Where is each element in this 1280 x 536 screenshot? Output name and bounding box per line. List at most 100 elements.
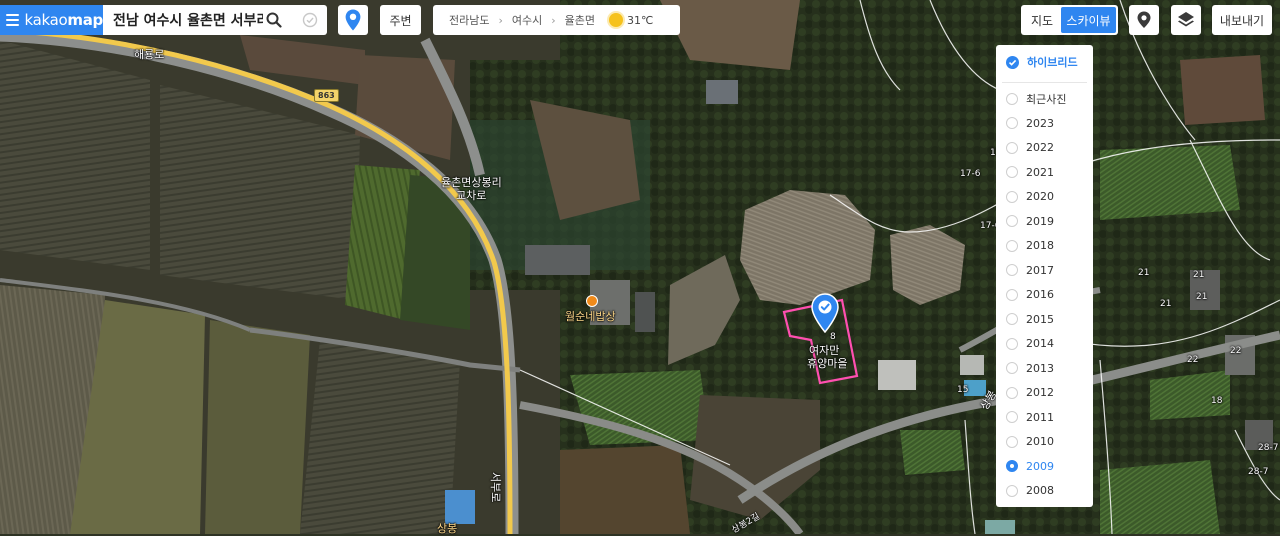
radio-icon bbox=[1006, 215, 1018, 228]
place-label-2: 휴양마을 bbox=[807, 357, 848, 370]
radio-icon bbox=[1006, 337, 1018, 350]
option-label: 최근사진 bbox=[1026, 92, 1067, 106]
clear-check-icon[interactable] bbox=[302, 12, 318, 28]
option-label: 2020 bbox=[1026, 190, 1054, 204]
search-icon[interactable] bbox=[266, 12, 282, 28]
radio-icon bbox=[1006, 264, 1018, 277]
option-label: 2018 bbox=[1026, 239, 1054, 253]
menu-icon[interactable] bbox=[6, 14, 20, 26]
radio-icon bbox=[1006, 92, 1018, 105]
restaurant-icon[interactable] bbox=[586, 295, 598, 307]
map-type-toggle: 지도 스카이뷰 bbox=[1021, 5, 1118, 35]
photo-option-recent[interactable]: 최근사진 bbox=[996, 87, 1093, 112]
chevron-right-icon: › bbox=[498, 13, 503, 27]
radio-icon bbox=[1006, 190, 1018, 203]
option-label: 2019 bbox=[1026, 214, 1054, 228]
option-label: 2008 bbox=[1026, 484, 1054, 498]
photo-option-2008[interactable]: 2008 bbox=[996, 479, 1093, 504]
photo-option-2011[interactable]: 2011 bbox=[996, 405, 1093, 430]
photo-option-2019[interactable]: 2019 bbox=[996, 209, 1093, 234]
photo-option-2020[interactable]: 2020 bbox=[996, 185, 1093, 210]
photo-option-2009[interactable]: 2009 bbox=[996, 454, 1093, 479]
road-label-seobu: 서부로 bbox=[489, 472, 502, 503]
lot-number: 21 bbox=[1160, 299, 1172, 309]
breadcrumb-town[interactable]: 율촌면 bbox=[565, 12, 595, 28]
export-button[interactable]: 내보내기 bbox=[1212, 5, 1272, 35]
option-label: 2017 bbox=[1026, 263, 1054, 277]
restaurant-label[interactable]: 월순네밥상 bbox=[565, 308, 616, 324]
lot-number: 22 bbox=[1230, 346, 1242, 356]
top-bar: kakaomap bbox=[0, 5, 103, 35]
lot-number: 22 bbox=[1187, 355, 1199, 365]
option-label: 2011 bbox=[1026, 410, 1054, 424]
lot-number: 8 bbox=[830, 332, 836, 342]
radio-icon bbox=[1006, 166, 1018, 179]
lot-number: 28-7 bbox=[1258, 443, 1279, 453]
photo-option-2010[interactable]: 2010 bbox=[996, 430, 1093, 455]
lot-number: 21 bbox=[1138, 268, 1150, 278]
photo-option-2023[interactable]: 2023 bbox=[996, 111, 1093, 136]
temperature: 31℃ bbox=[627, 13, 654, 27]
junction-label-2: 교차로 bbox=[456, 189, 487, 202]
lot-number: 21 bbox=[1193, 270, 1205, 280]
radio-icon bbox=[1006, 313, 1018, 326]
radio-icon bbox=[1006, 484, 1018, 497]
radio-selected-icon bbox=[1006, 460, 1018, 473]
photo-option-2012[interactable]: 2012 bbox=[996, 381, 1093, 406]
photo-option-2016[interactable]: 2016 bbox=[996, 283, 1093, 308]
photo-option-2014[interactable]: 2014 bbox=[996, 332, 1093, 357]
check-icon bbox=[1006, 55, 1019, 69]
route-shield: 863 bbox=[314, 89, 339, 102]
search-input[interactable]: 전남 여수시 율촌면 서부리 bbox=[103, 10, 263, 30]
breadcrumb-city[interactable]: 여수시 bbox=[512, 12, 542, 28]
photo-option-2018[interactable]: 2018 bbox=[996, 234, 1093, 259]
lot-number: 15 bbox=[957, 385, 969, 395]
radio-icon bbox=[1006, 239, 1018, 252]
lot-number: 17-6 bbox=[960, 169, 981, 179]
hybrid-toggle[interactable]: 하이브리드 bbox=[996, 50, 1093, 75]
hybrid-label: 하이브리드 bbox=[1027, 56, 1078, 70]
breadcrumb-province[interactable]: 전라남도 bbox=[449, 12, 489, 28]
photo-option-2022[interactable]: 2022 bbox=[996, 136, 1093, 161]
road-label-haeryong: 해룡로 bbox=[134, 48, 165, 61]
weather-info: 31℃ bbox=[609, 13, 653, 27]
skyview-photo-panel: 하이브리드 최근사진 2023 2022 2021 2020 2019 2018… bbox=[996, 45, 1093, 507]
map-view-button[interactable]: 지도 bbox=[1023, 12, 1061, 29]
radio-icon bbox=[1006, 411, 1018, 424]
chevron-right-icon: › bbox=[551, 13, 556, 27]
photo-option-2013[interactable]: 2013 bbox=[996, 356, 1093, 381]
option-label: 2016 bbox=[1026, 288, 1054, 302]
radio-icon bbox=[1006, 386, 1018, 399]
lot-number: 21 bbox=[1196, 292, 1208, 302]
option-label: 2009 bbox=[1026, 459, 1054, 473]
my-location-button[interactable] bbox=[338, 5, 368, 35]
lot-number: 18 bbox=[1211, 396, 1223, 406]
option-label: 2013 bbox=[1026, 361, 1054, 375]
brand-header: kakaomap bbox=[0, 5, 103, 35]
radio-icon bbox=[1006, 288, 1018, 301]
layers-button[interactable] bbox=[1171, 5, 1201, 35]
option-label: 2021 bbox=[1026, 165, 1054, 179]
sun-icon bbox=[609, 13, 624, 27]
radio-icon bbox=[1006, 362, 1018, 375]
radio-icon bbox=[1006, 141, 1018, 154]
photo-option-2021[interactable]: 2021 bbox=[996, 160, 1093, 185]
radio-icon bbox=[1006, 117, 1018, 130]
option-label: 2010 bbox=[1026, 435, 1054, 449]
option-label: 2014 bbox=[1026, 337, 1054, 351]
option-label: 2022 bbox=[1026, 141, 1054, 155]
option-label: 2012 bbox=[1026, 386, 1054, 400]
option-label: 2023 bbox=[1026, 116, 1054, 130]
roadview-pin-icon bbox=[1137, 11, 1151, 28]
skyview-button[interactable]: 스카이뷰 bbox=[1061, 7, 1116, 33]
map-pin-icon bbox=[345, 9, 361, 31]
photo-option-2017[interactable]: 2017 bbox=[996, 258, 1093, 283]
nearby-button[interactable]: 주변 bbox=[380, 5, 421, 35]
photo-option-2015[interactable]: 2015 bbox=[996, 307, 1093, 332]
location-pin-icon[interactable] bbox=[811, 293, 839, 333]
breadcrumb: 전라남도 › 여수시 › 율촌면 31℃ bbox=[433, 5, 680, 35]
radio-icon bbox=[1006, 435, 1018, 448]
kakaomap-logo[interactable]: kakaomap bbox=[24, 11, 103, 29]
divider bbox=[1002, 81, 1087, 83]
roadview-button[interactable] bbox=[1129, 5, 1159, 35]
